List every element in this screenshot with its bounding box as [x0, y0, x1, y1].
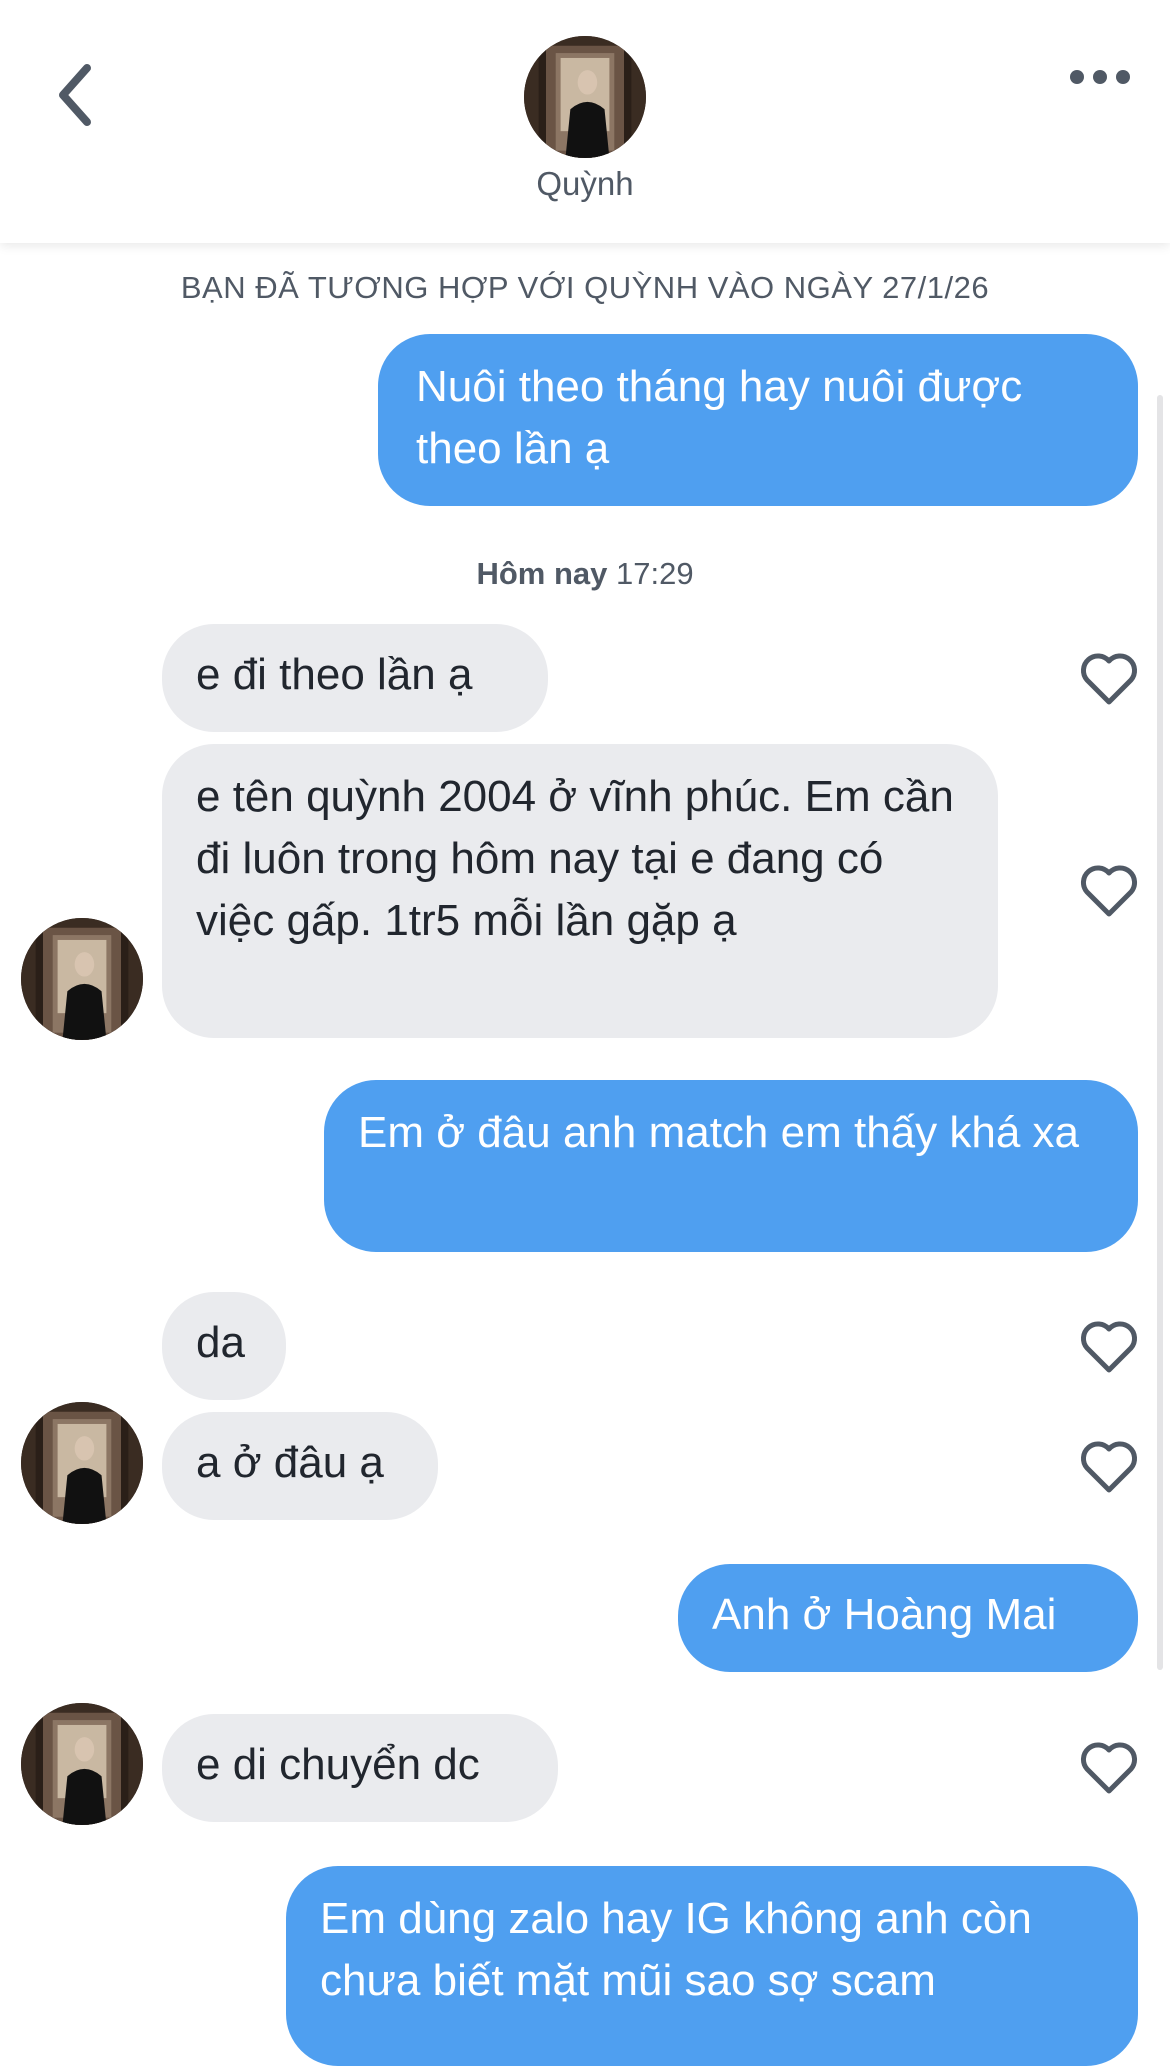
- timestamp-time: 17:29: [615, 556, 694, 591]
- message-text: Anh ở Hoàng Mai: [712, 1590, 1057, 1639]
- sender-avatar[interactable]: [21, 1703, 143, 1825]
- message-text: Em ở đâu anh match em thấy khá xa: [358, 1108, 1079, 1157]
- ellipsis-icon: [1070, 70, 1130, 84]
- timestamp-day: Hôm nay: [476, 556, 608, 591]
- message-bubble-outgoing[interactable]: Em dùng zalo hay IG không anh còn chưa b…: [286, 1866, 1138, 2066]
- heart-icon[interactable]: [1080, 864, 1138, 918]
- scrollbar[interactable]: [1157, 395, 1163, 1670]
- more-options-button[interactable]: [1060, 52, 1140, 102]
- message-bubble-outgoing[interactable]: Nuôi theo tháng hay nuôi được theo lần ạ: [378, 334, 1138, 506]
- message-bubble-incoming[interactable]: da: [162, 1292, 286, 1400]
- message-timestamp: Hôm nay 17:29: [0, 556, 1170, 592]
- heart-icon[interactable]: [1080, 1440, 1138, 1494]
- message-bubble-incoming[interactable]: e đi theo lần ạ: [162, 624, 548, 732]
- sender-avatar[interactable]: [21, 918, 143, 1040]
- message-text: e tên quỳnh 2004 ở vĩnh phúc. Em cần đi …: [196, 772, 954, 945]
- message-text: a ở đâu ạ: [196, 1438, 384, 1487]
- heart-icon[interactable]: [1080, 652, 1138, 706]
- match-name[interactable]: Quỳnh: [435, 165, 735, 203]
- match-date-banner: BẠN ĐÃ TƯƠNG HỢP VỚI QUỲNH VÀO NGÀY 27/1…: [180, 270, 990, 305]
- profile-photo: [524, 36, 646, 158]
- profile-photo: [21, 1703, 143, 1825]
- message-bubble-incoming[interactable]: e tên quỳnh 2004 ở vĩnh phúc. Em cần đi …: [162, 744, 998, 1038]
- profile-photo: [21, 1402, 143, 1524]
- chat-header: Quỳnh: [0, 0, 1170, 243]
- heart-icon[interactable]: [1080, 1741, 1138, 1795]
- heart-icon[interactable]: [1080, 1320, 1138, 1374]
- message-text: e đi theo lần ạ: [196, 650, 473, 699]
- chevron-left-icon: [59, 64, 91, 126]
- message-text: e di chuyển dc: [196, 1740, 480, 1789]
- match-avatar[interactable]: [524, 36, 646, 158]
- profile-photo: [21, 918, 143, 1040]
- message-bubble-incoming[interactable]: a ở đâu ạ: [162, 1412, 438, 1520]
- message-text: da: [196, 1318, 245, 1367]
- message-text: Nuôi theo tháng hay nuôi được theo lần ạ: [416, 362, 1023, 473]
- message-bubble-outgoing[interactable]: Em ở đâu anh match em thấy khá xa: [324, 1080, 1138, 1252]
- back-button[interactable]: [40, 55, 110, 135]
- message-text: Em dùng zalo hay IG không anh còn chưa b…: [320, 1894, 1032, 2005]
- sender-avatar[interactable]: [21, 1402, 143, 1524]
- message-bubble-incoming[interactable]: e di chuyển dc: [162, 1714, 558, 1822]
- message-bubble-outgoing[interactable]: Anh ở Hoàng Mai: [678, 1564, 1138, 1672]
